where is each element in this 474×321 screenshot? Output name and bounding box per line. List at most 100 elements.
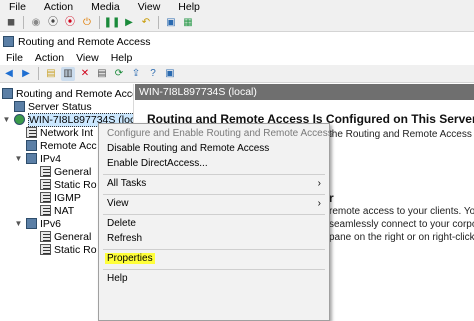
remote-access-icon [26, 140, 37, 151]
tree-item-ipv6[interactable]: ▼ IPv6 [14, 217, 61, 230]
submenu-arrow-icon: › [317, 198, 321, 209]
menu-item-view-label: View [107, 198, 129, 209]
checkpoint-icon[interactable]: ▣ [164, 16, 178, 30]
tree-item-label: Remote Acc [40, 139, 97, 152]
menu-separator [103, 174, 325, 175]
tree-item-label: Static Ro [54, 243, 97, 256]
menu-item-all-tasks-label: All Tasks [107, 178, 147, 189]
tree-item-network-interfaces[interactable]: Network Int [26, 126, 93, 139]
delete-icon[interactable]: ✕ [78, 67, 92, 81]
menu-separator [103, 249, 325, 250]
menu-file[interactable]: File [0, 52, 29, 64]
vm-menu-view[interactable]: View [129, 0, 170, 14]
tree-item-ipv4[interactable]: ▼ IPv4 [14, 152, 61, 165]
menu-item-properties-label: Properties [105, 253, 155, 264]
show-hide-tree-icon[interactable]: ▥ [61, 66, 75, 81]
menu-item-configure: Configure and Enable Routing and Remote … [107, 128, 333, 139]
window-title: Routing and Remote Access [18, 35, 151, 48]
tree-item-ipv6-static-routes[interactable]: Static Ro [40, 243, 97, 256]
shutdown-icon[interactable]: ⦿ [63, 16, 77, 30]
tree-item-label: General [54, 165, 92, 178]
enhanced-session-icon[interactable]: ▦ [181, 16, 195, 30]
toolbar-separator [23, 16, 24, 29]
details-text-5: pane on the right or on right-clicking t [329, 232, 474, 243]
tree-item-ipv6-general[interactable]: General [40, 230, 91, 243]
tree-item-label: IPv6 [40, 217, 62, 230]
tree-root[interactable]: Routing and Remote Access [2, 87, 133, 100]
tree-item-label: Network Int [40, 126, 94, 139]
details-text-4: seamlessly connect to your corporate [329, 219, 474, 230]
menu-item-delete[interactable]: Delete [99, 217, 329, 231]
igmp-icon [40, 192, 51, 203]
menu-item-all-tasks[interactable]: All Tasks › [99, 177, 329, 191]
vm-toolbar: ◼ ◉ ⦿ ⦿ ⏻ ❚❚ ▶ ↶ ▣ ▦ [0, 14, 474, 32]
pause-icon[interactable]: ❚❚ [104, 16, 121, 30]
details-header: WIN-7I8L897734S (local) [135, 84, 474, 100]
tree-root-label: Routing and Remote Access [16, 87, 133, 100]
vm-menu-file[interactable]: File [0, 0, 35, 14]
app-toolbar: ◀ ▶ ▤ ▥ ✕ ▤ ⟳ ⇪ ? ▣ [0, 65, 474, 83]
submenu-arrow-icon: › [317, 178, 321, 189]
menu-item-enable-directaccess[interactable]: Enable DirectAccess... [99, 157, 329, 171]
tree-server-status-label: Server Status [28, 100, 92, 113]
revert-icon[interactable]: ↶ [139, 16, 153, 30]
menu-item-refresh[interactable]: Refresh [99, 232, 329, 246]
vm-menu-bar: File Action Media View Help [0, 0, 474, 14]
menu-view[interactable]: View [70, 52, 105, 64]
routing-icon [2, 88, 13, 99]
menu-item-properties[interactable]: Properties [99, 252, 329, 266]
tree-item-ipv4-general[interactable]: General [40, 165, 91, 178]
app-menu-bar: File Action View Help [0, 50, 474, 65]
toolbar-separator [38, 67, 39, 80]
general-icon [40, 166, 51, 177]
export-icon[interactable]: ⇪ [129, 67, 143, 81]
ctrl-alt-del-icon[interactable]: ◼ [4, 16, 18, 30]
menu-item-help[interactable]: Help [99, 272, 329, 286]
back-icon[interactable]: ◀ [2, 67, 16, 81]
network-interfaces-icon [26, 127, 37, 138]
static-routes-icon [40, 244, 51, 255]
help-icon[interactable]: ? [146, 67, 160, 81]
tree-item-remote-access[interactable]: Remote Acc [26, 139, 97, 152]
menu-help[interactable]: Help [105, 52, 139, 64]
collapse-icon[interactable]: ▼ [14, 219, 23, 228]
menu-separator [103, 269, 325, 270]
nat-icon [40, 205, 51, 216]
tree-item-label: IGMP [54, 191, 81, 204]
tree-item-label: General [54, 230, 92, 243]
vm-menu-action[interactable]: Action [35, 0, 82, 14]
forward-icon[interactable]: ▶ [19, 67, 33, 81]
ipv4-icon [26, 153, 37, 164]
refresh-icon[interactable]: ⟳ [112, 67, 126, 81]
tree-item-nat[interactable]: NAT [40, 204, 74, 217]
menu-item-disable[interactable]: Disable Routing and Remote Access [99, 142, 329, 156]
menu-action[interactable]: Action [29, 52, 70, 64]
collapse-icon[interactable]: ▼ [14, 154, 23, 163]
menu-separator [103, 194, 325, 195]
context-menu: Configure and Enable Routing and Remote … [98, 123, 333, 321]
static-routes-icon [40, 179, 51, 190]
tree-server-status[interactable]: Server Status [14, 100, 92, 113]
start-icon[interactable]: ◉ [29, 16, 43, 30]
details-text-3: remote access to your clients. You e [329, 206, 474, 217]
up-folder-icon[interactable]: ▤ [44, 67, 58, 81]
collapse-icon[interactable]: ▼ [2, 115, 11, 124]
menu-item-view[interactable]: View › [99, 197, 329, 211]
play-icon[interactable]: ▶ [122, 16, 136, 30]
properties-icon[interactable]: ▤ [95, 67, 109, 81]
tree-item-ipv4-static-routes[interactable]: Static Ro [40, 178, 97, 191]
turn-off-icon[interactable]: ⦿ [46, 16, 60, 30]
tree-item-label: NAT [54, 204, 75, 217]
general-icon [40, 231, 51, 242]
details-text-1: the Routing and Remote Access [329, 129, 472, 140]
vm-menu-media[interactable]: Media [82, 0, 129, 14]
toolbar-separator [158, 16, 159, 29]
routing-icon [3, 36, 14, 47]
tree-item-label: IPv4 [40, 152, 62, 165]
power-icon[interactable]: ⏻ [80, 16, 94, 30]
console-icon[interactable]: ▣ [163, 67, 177, 81]
ipv6-icon [26, 218, 37, 229]
app-title-bar: Routing and Remote Access [0, 33, 474, 50]
vm-menu-help[interactable]: Help [169, 0, 209, 14]
tree-item-igmp[interactable]: IGMP [40, 191, 81, 204]
